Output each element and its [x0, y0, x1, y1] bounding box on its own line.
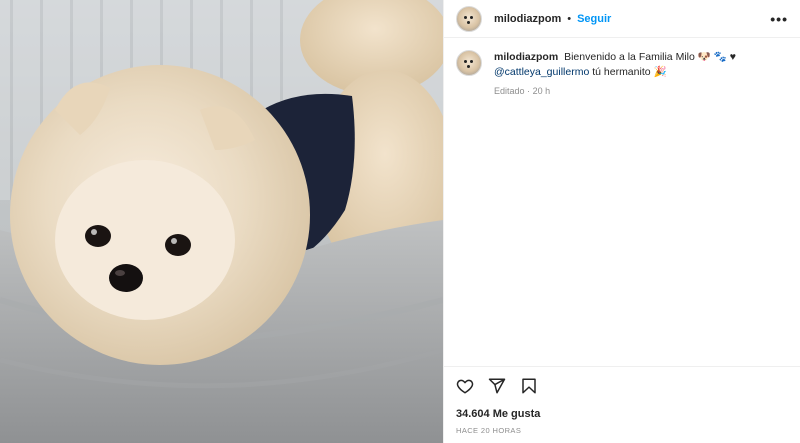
caption-body: milodiazpom Bienvenido a la Familia Milo… — [494, 50, 736, 99]
send-icon[interactable] — [488, 377, 506, 395]
heart-icon[interactable] — [456, 377, 474, 395]
follow-button[interactable]: Seguir — [577, 13, 611, 25]
caption-time-ago[interactable]: 20 h — [533, 86, 551, 96]
header-separator: • — [567, 12, 572, 25]
author-username[interactable]: milodiazpom — [494, 13, 561, 25]
post-header: milodiazpom • Seguir ••• — [444, 0, 800, 38]
caption-username[interactable]: milodiazpom — [494, 51, 558, 63]
post-side-panel: milodiazpom • Seguir ••• milodiazpom Bie… — [443, 0, 800, 443]
likes-count[interactable]: 34.604 Me gusta — [444, 404, 800, 420]
instagram-post: milodiazpom • Seguir ••• milodiazpom Bie… — [0, 0, 800, 443]
meta-separator: · — [527, 86, 531, 96]
more-horizontal-icon[interactable]: ••• — [770, 11, 788, 27]
edited-label: Editado — [494, 86, 525, 96]
caption-text-after-mention: tú hermanito 🎉 — [589, 66, 667, 78]
author-avatar[interactable] — [456, 5, 482, 32]
pomeranian-photo — [0, 0, 443, 443]
comments-area — [444, 99, 800, 366]
caption-mention[interactable]: @cattleya_guillermo — [494, 66, 589, 78]
post-actions — [444, 366, 800, 404]
post-caption: milodiazpom Bienvenido a la Familia Milo… — [444, 38, 800, 99]
post-photo[interactable] — [0, 0, 443, 443]
bookmark-icon[interactable] — [520, 377, 538, 395]
caption-meta: Editado · 20 h — [494, 84, 736, 99]
caption-text: Bienvenido a la Familia Milo 🐶 🐾 ♥ — [564, 51, 736, 63]
post-timestamp[interactable]: HACE 20 HORAS — [444, 420, 800, 443]
caption-avatar[interactable] — [456, 50, 482, 76]
